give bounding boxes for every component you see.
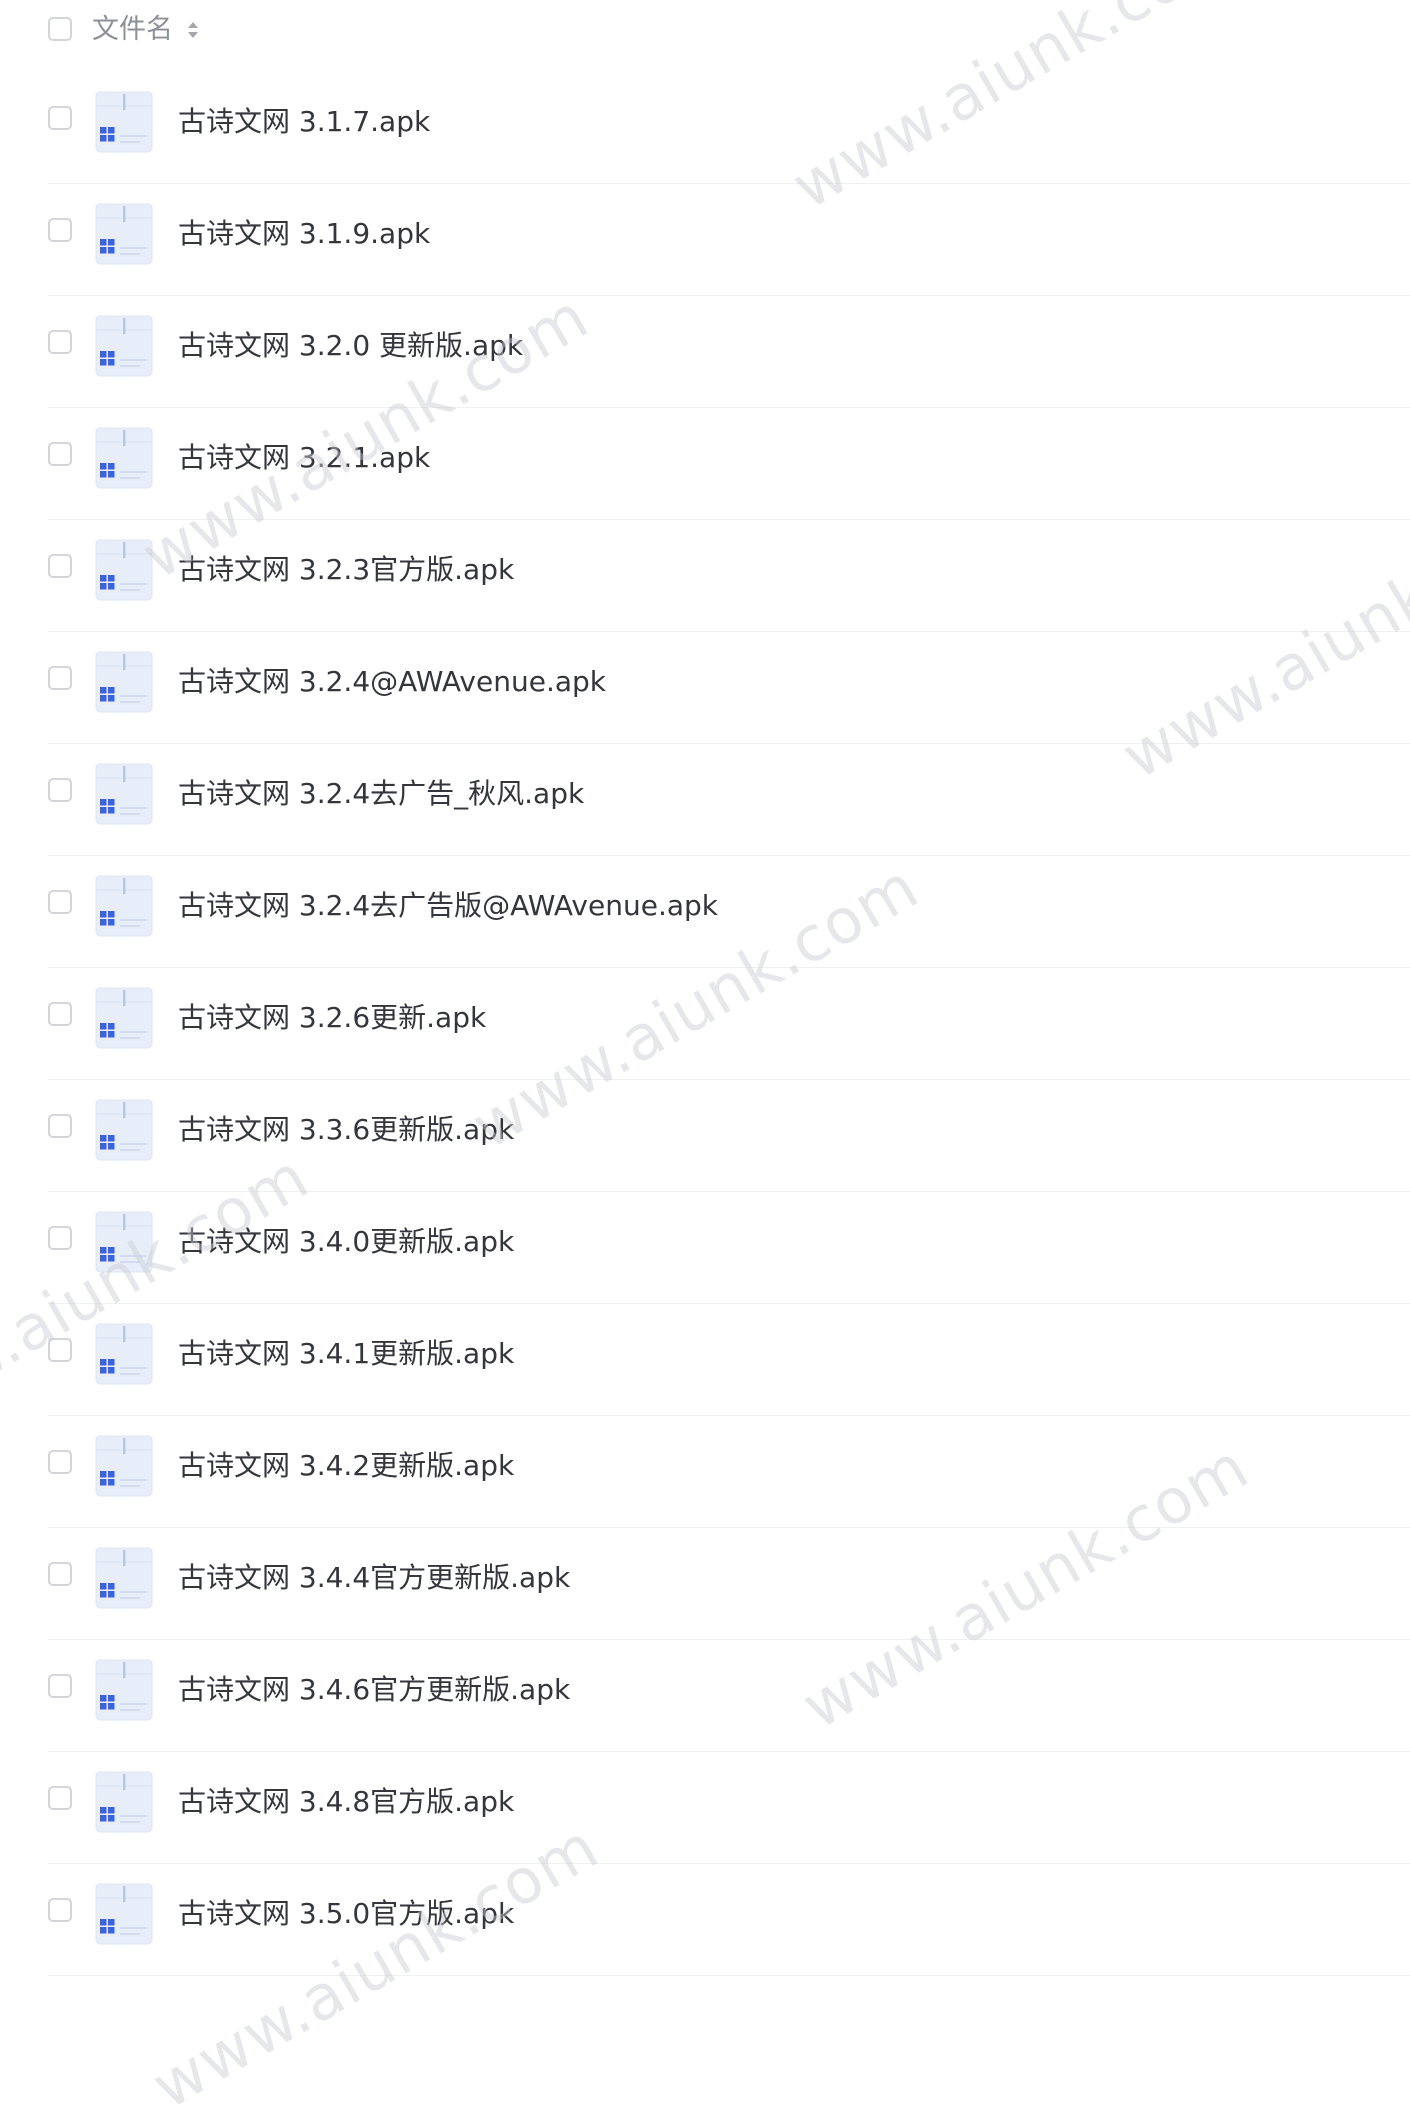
file-row[interactable]: 古诗文网 3.2.4去广告版@AWAvenue.apk bbox=[48, 856, 1410, 968]
file-row[interactable]: 古诗文网 3.4.8官方版.apk bbox=[48, 1752, 1410, 1864]
file-row[interactable]: 古诗文网 3.2.1.apk bbox=[48, 408, 1410, 520]
file-row-checkbox[interactable] bbox=[48, 1226, 72, 1250]
file-name[interactable]: 古诗文网 3.2.6更新.apk bbox=[178, 998, 486, 1038]
apk-file-icon bbox=[95, 315, 153, 377]
file-name[interactable]: 古诗文网 3.5.0官方版.apk bbox=[178, 1894, 514, 1934]
file-name[interactable]: 古诗文网 3.4.2更新版.apk bbox=[178, 1446, 514, 1486]
file-row[interactable]: 古诗文网 3.4.4官方更新版.apk bbox=[48, 1528, 1410, 1640]
apk-file-icon bbox=[95, 203, 153, 265]
apk-file-icon bbox=[95, 1659, 153, 1721]
apk-file-icon bbox=[95, 1323, 153, 1385]
file-row[interactable]: 古诗文网 3.1.7.apk bbox=[48, 72, 1410, 184]
file-row-checkbox[interactable] bbox=[48, 554, 72, 578]
list-header: 文件名 bbox=[0, 0, 1410, 60]
file-row-checkbox[interactable] bbox=[48, 106, 72, 130]
file-name[interactable]: 古诗文网 3.3.6更新版.apk bbox=[178, 1110, 514, 1150]
file-row-checkbox[interactable] bbox=[48, 1114, 72, 1138]
file-name[interactable]: 古诗文网 3.2.4@AWAvenue.apk bbox=[178, 662, 606, 702]
file-name[interactable]: 古诗文网 3.1.9.apk bbox=[178, 214, 430, 254]
file-row-checkbox[interactable] bbox=[48, 1898, 72, 1922]
apk-file-icon bbox=[95, 539, 153, 601]
file-name[interactable]: 古诗文网 3.4.6官方更新版.apk bbox=[178, 1670, 570, 1710]
apk-file-icon bbox=[95, 1099, 153, 1161]
file-row-checkbox[interactable] bbox=[48, 1450, 72, 1474]
file-name[interactable]: 古诗文网 3.2.4去广告版@AWAvenue.apk bbox=[178, 886, 718, 926]
file-name[interactable]: 古诗文网 3.4.4官方更新版.apk bbox=[178, 1558, 570, 1598]
file-row-checkbox[interactable] bbox=[48, 1674, 72, 1698]
filename-column-header[interactable]: 文件名 bbox=[92, 12, 173, 48]
apk-file-icon bbox=[95, 427, 153, 489]
file-name[interactable]: 古诗文网 3.2.1.apk bbox=[178, 438, 430, 478]
file-name[interactable]: 古诗文网 3.4.0更新版.apk bbox=[178, 1222, 514, 1262]
file-row[interactable]: 古诗文网 3.2.4@AWAvenue.apk bbox=[48, 632, 1410, 744]
file-row[interactable]: 古诗文网 3.2.3官方版.apk bbox=[48, 520, 1410, 632]
file-list-page: 文件名 古诗文网 3.1.7.apk 古诗文网 3.1.9.apk 古诗文网 3.2… bbox=[0, 0, 1410, 2123]
apk-file-icon bbox=[95, 1883, 153, 1945]
file-row[interactable]: 古诗文网 3.1.9.apk bbox=[48, 184, 1410, 296]
apk-file-icon bbox=[95, 1435, 153, 1497]
file-row[interactable]: 古诗文网 3.3.6更新版.apk bbox=[48, 1080, 1410, 1192]
file-name[interactable]: 古诗文网 3.2.4去广告_秋风.apk bbox=[178, 774, 584, 814]
file-row[interactable]: 古诗文网 3.2.4去广告_秋风.apk bbox=[48, 744, 1410, 856]
file-row[interactable]: 古诗文网 3.5.0官方版.apk bbox=[48, 1864, 1410, 1976]
file-name[interactable]: 古诗文网 3.4.8官方版.apk bbox=[178, 1782, 514, 1822]
file-row-checkbox[interactable] bbox=[48, 1562, 72, 1586]
file-row-checkbox[interactable] bbox=[48, 666, 72, 690]
file-row-checkbox[interactable] bbox=[48, 1338, 72, 1362]
apk-file-icon bbox=[95, 987, 153, 1049]
file-name[interactable]: 古诗文网 3.1.7.apk bbox=[178, 102, 430, 142]
file-row[interactable]: 古诗文网 3.4.6官方更新版.apk bbox=[48, 1640, 1410, 1752]
apk-file-icon bbox=[95, 875, 153, 937]
file-row-checkbox[interactable] bbox=[48, 442, 72, 466]
select-all-checkbox[interactable] bbox=[48, 17, 72, 41]
apk-file-icon bbox=[95, 1771, 153, 1833]
apk-file-icon bbox=[95, 1211, 153, 1273]
file-row-checkbox[interactable] bbox=[48, 1002, 72, 1026]
apk-file-icon bbox=[95, 1547, 153, 1609]
sort-icon[interactable] bbox=[186, 18, 200, 42]
apk-file-icon bbox=[95, 91, 153, 153]
file-row[interactable]: 古诗文网 3.4.1更新版.apk bbox=[48, 1304, 1410, 1416]
file-name[interactable]: 古诗文网 3.4.1更新版.apk bbox=[178, 1334, 514, 1374]
file-row-checkbox[interactable] bbox=[48, 890, 72, 914]
file-row[interactable]: 古诗文网 3.4.0更新版.apk bbox=[48, 1192, 1410, 1304]
apk-file-icon bbox=[95, 651, 153, 713]
file-row-checkbox[interactable] bbox=[48, 330, 72, 354]
file-row-checkbox[interactable] bbox=[48, 778, 72, 802]
file-row[interactable]: 古诗文网 3.4.2更新版.apk bbox=[48, 1416, 1410, 1528]
file-row-checkbox[interactable] bbox=[48, 1786, 72, 1810]
file-row-checkbox[interactable] bbox=[48, 218, 72, 242]
file-name[interactable]: 古诗文网 3.2.3官方版.apk bbox=[178, 550, 514, 590]
apk-file-icon bbox=[95, 763, 153, 825]
file-row[interactable]: 古诗文网 3.2.6更新.apk bbox=[48, 968, 1410, 1080]
file-name[interactable]: 古诗文网 3.2.0 更新版.apk bbox=[178, 326, 523, 366]
file-row[interactable]: 古诗文网 3.2.0 更新版.apk bbox=[48, 296, 1410, 408]
